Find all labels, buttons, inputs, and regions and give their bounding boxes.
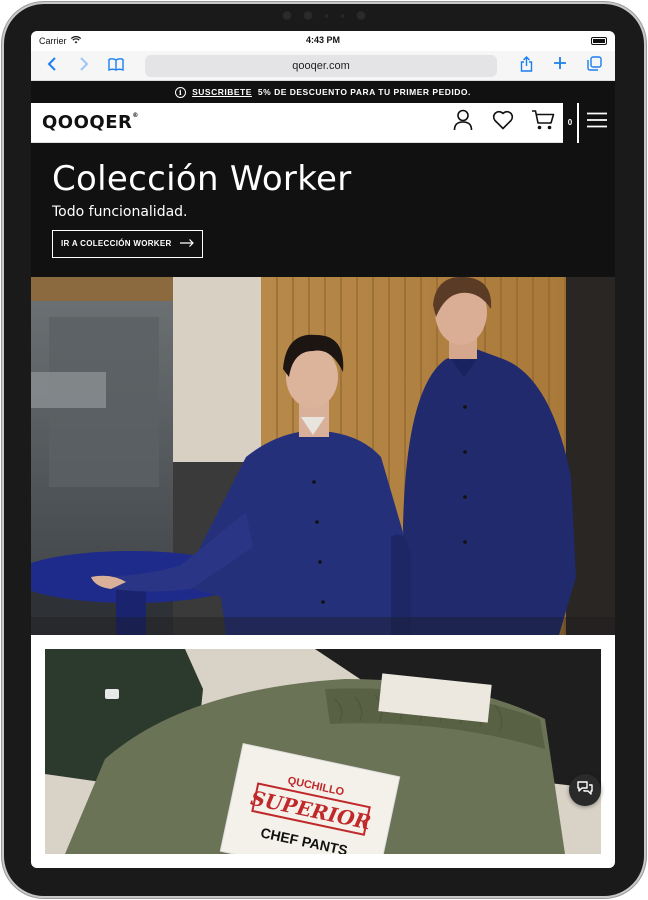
sensor-dot <box>281 10 293 21</box>
pants-image: QUCHILLO SUPERIOR CHEF PANTS <box>45 649 601 854</box>
tabs-icon[interactable] <box>585 56 603 75</box>
account-button[interactable] <box>443 103 483 143</box>
subscribe-link[interactable]: SUSCRIBETE <box>192 87 252 97</box>
battery-icon <box>591 37 607 45</box>
bookmarks-icon[interactable] <box>107 57 125 74</box>
logo-text: QOOQER <box>42 112 133 133</box>
promo-text: 5% DE DESCUENTO PARA TU PRIMER PEDIDO. <box>257 87 471 97</box>
sensor-dot <box>323 12 330 19</box>
chat-button[interactable] <box>569 774 601 806</box>
cta-label: IR A COLECCIÓN WORKER <box>61 239 172 249</box>
carrier-label: Carrier <box>39 36 67 46</box>
logo[interactable]: QOOQER® <box>42 112 139 133</box>
collection-cta-button[interactable]: IR A COLECCIÓN WORKER <box>52 229 203 258</box>
hero-section: Colección Worker Todo funcionalidad. IR … <box>31 143 615 277</box>
url-text: qooqer.com <box>292 59 350 72</box>
user-icon <box>453 109 473 136</box>
camera-bar <box>281 10 367 21</box>
hero-title: Colección Worker <box>52 159 352 199</box>
cart-count-badge[interactable]: 0 <box>563 102 577 143</box>
promo-banner: i SUSCRIBETE 5% DE DESCUENTO PARA TU PRI… <box>31 81 615 103</box>
screen: Carrier 4:43 PM qooqer.com i SUSCRIBETE … <box>31 31 615 868</box>
back-icon[interactable] <box>43 57 61 74</box>
site-header: QOOQER® 0 <box>31 102 615 143</box>
browser-toolbar: qooqer.com <box>31 51 615 81</box>
new-tab-icon[interactable] <box>551 56 569 75</box>
forward-icon[interactable] <box>75 57 93 74</box>
info-icon: i <box>175 86 187 98</box>
share-icon[interactable] <box>517 56 535 75</box>
models-illustration <box>31 277 615 635</box>
wishlist-button[interactable] <box>483 103 523 143</box>
sensor-dot <box>339 12 346 19</box>
camera-dot <box>302 10 314 21</box>
hero-subtitle: Todo funcionalidad. <box>52 203 188 220</box>
status-time: 4:43 PM <box>305 35 341 45</box>
product-photo-pants[interactable]: QUCHILLO SUPERIOR CHEF PANTS <box>31 635 615 854</box>
heart-icon <box>492 110 514 135</box>
logo-mark: ® <box>132 112 139 119</box>
address-bar[interactable]: qooqer.com <box>145 54 497 77</box>
wifi-icon <box>70 36 81 46</box>
chat-icon <box>576 780 594 801</box>
menu-button[interactable] <box>577 102 615 143</box>
cart-button[interactable] <box>523 103 563 143</box>
hero-photo-models[interactable] <box>31 277 615 635</box>
arrow-right-icon <box>179 238 194 249</box>
sensor-dot <box>355 10 367 21</box>
hamburger-icon <box>587 112 607 133</box>
status-bar: Carrier 4:43 PM <box>31 31 615 51</box>
cart-icon <box>531 109 555 136</box>
pants-illustration: QUCHILLO SUPERIOR CHEF PANTS <box>45 649 601 854</box>
